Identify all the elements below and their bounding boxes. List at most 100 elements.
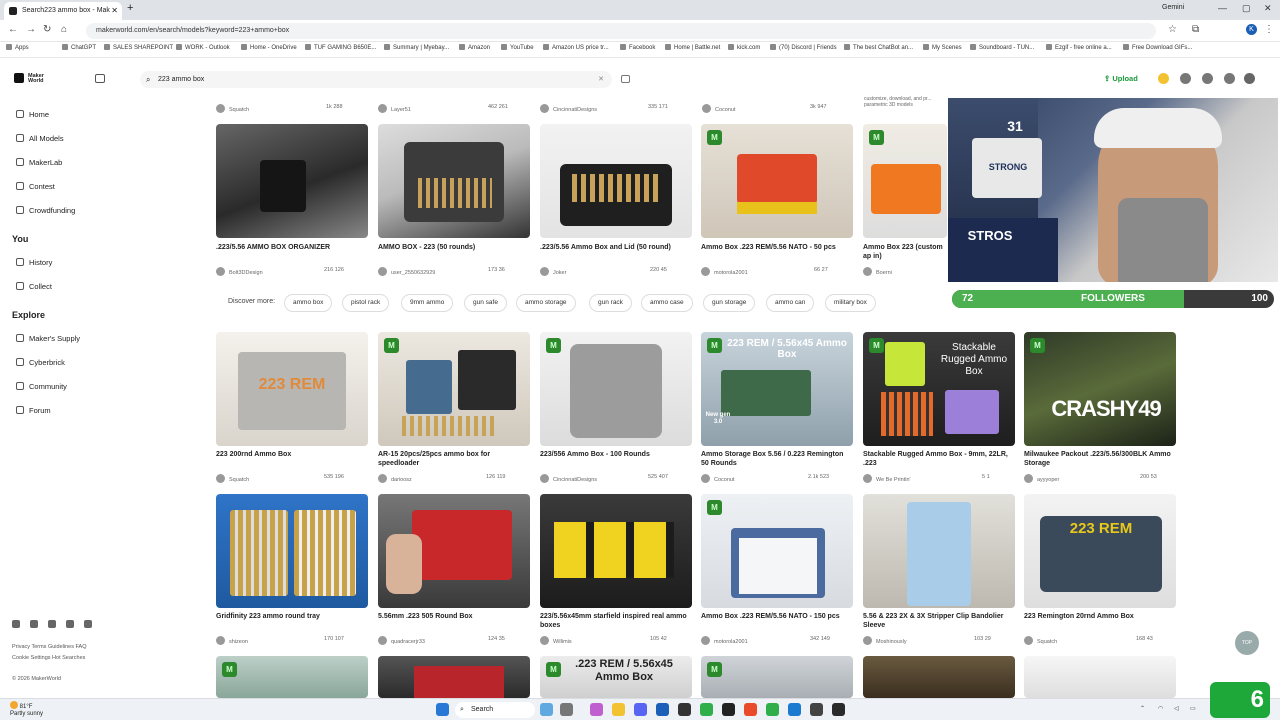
bookmark-item[interactable]: (70) Discord | Friends [770,44,837,51]
card-thumbnail[interactable]: 223 REM [1024,494,1176,608]
sidebar-item-makerlab[interactable]: MakerLab [16,158,62,167]
discord-icon[interactable] [634,703,647,716]
card-thumbnail[interactable]: M 223 REM / 5.56x45 Ammo Box New gen 3.0 [701,332,853,446]
bookmark-star-icon[interactable]: ☆ [1168,24,1177,35]
card-author-row[interactable]: We Be Printin' [863,474,911,483]
chrome-icon[interactable] [744,703,757,716]
card-title[interactable]: .223/5.56 Ammo Box and Lid (50 round) [540,243,692,252]
profile-avatar[interactable]: K [1246,24,1257,35]
sidebar-item-contest[interactable]: Contest [16,182,55,191]
card-thumbnail[interactable] [863,656,1015,698]
card-title[interactable]: Ammo Box .223 REM/5.56 NATO - 50 pcs [701,243,853,252]
copilot-icon[interactable] [590,703,603,716]
sidebar-item-makers-supply[interactable]: Maker's Supply [16,334,80,343]
discover-chip[interactable]: ammo can [766,294,815,312]
card-author-row[interactable]: Willimis [540,636,572,645]
image-search-icon[interactable] [621,75,630,83]
app-icon[interactable] [810,703,823,716]
volume-icon[interactable]: ◁ [1174,705,1179,712]
task-view-icon[interactable] [560,703,573,716]
home-icon[interactable]: ⌂ [61,24,67,35]
bookmark-item[interactable]: Free Download GIFs... [1123,44,1192,51]
card-author-row[interactable]: darioosz [378,474,412,483]
card-thumbnail[interactable] [1024,656,1176,698]
app-icon[interactable] [766,703,779,716]
instagram-icon[interactable] [30,620,38,628]
card-author-row[interactable]: Coconut [701,474,735,483]
bookmark-item[interactable]: kick.com [728,44,760,51]
card-thumbnail[interactable]: M [701,656,853,698]
bookmark-item[interactable]: WORK - Outlook [176,44,230,51]
back-to-top-button[interactable]: TOP [1235,631,1259,655]
menu-dots-icon[interactable]: ⋮ [1264,24,1274,35]
card-author-row[interactable]: Moshinously [863,636,907,645]
logo-text[interactable]: Maker World [28,73,58,84]
bookmark-item[interactable]: SALES SHAREPOINT [104,44,173,51]
file-explorer-icon[interactable] [612,703,625,716]
discover-chip[interactable]: gun storage [703,294,756,312]
bookmark-item[interactable]: Soundboard - TUN... [970,44,1034,51]
card-title[interactable]: 223 Remington 20rnd Ammo Box [1024,612,1176,621]
bookmark-item[interactable]: Amazon [459,44,490,51]
card-thumbnail[interactable]: M .223 REM / 5.56x45 Ammo Box [540,656,692,698]
card-thumbnail[interactable] [540,124,692,238]
card-title[interactable]: Ammo Box 223 (custom ap in) [863,243,947,261]
card-thumbnail[interactable]: M [216,656,368,698]
bookmark-item[interactable]: Apps [6,44,29,51]
card-author-row[interactable]: CincinnatiDesigns [540,104,597,113]
card-author-row[interactable]: Squatch [1024,636,1057,645]
card-title[interactable]: 223/556 Ammo Box - 100 Rounds [540,450,692,459]
points-icon[interactable] [1158,73,1169,84]
card-author-row[interactable]: Joker [540,267,566,276]
card-title[interactable]: Ammo Storage Box 5.56 / 0.223 Remington … [701,450,853,468]
windows-start-icon[interactable] [436,703,449,716]
card-title[interactable]: Ammo Box .223 REM/5.56 NATO - 150 pcs [701,612,853,621]
card-thumbnail[interactable]: M [378,332,530,446]
sidebar-item-crowdfunding[interactable]: Crowdfunding [16,206,75,215]
bookmark-item[interactable]: Ezgif - free online a... [1046,44,1112,51]
card-author-row[interactable]: shizeon [216,636,248,645]
app-icon[interactable] [722,703,735,716]
card-thumbnail[interactable]: 223 REM [216,332,368,446]
bookmark-item[interactable]: Home | Battle.net [665,44,720,51]
discover-chip[interactable]: pistol rack [342,294,390,312]
bookmark-item[interactable]: ChatGPT [62,44,96,51]
youtube-icon[interactable] [48,620,56,628]
card-thumbnail[interactable]: M [701,124,853,238]
notifications-icon[interactable] [1224,73,1235,84]
card-title[interactable]: .223/5.56 AMMO BOX ORGANIZER [216,243,368,252]
sidebar-item-collect[interactable]: Collect [16,282,52,291]
app-icon[interactable] [788,703,801,716]
footer-links[interactable]: Privacy Terms Guidelines FAQ [12,644,86,650]
extensions-icon[interactable]: ⧉ [1192,24,1199,35]
browser-tab-active[interactable]: Search223 ammo box - Mak ✕ [4,2,122,20]
card-author-row[interactable]: Boerni [863,267,892,276]
card-author-row[interactable]: motorola2001 [701,267,748,276]
card-title[interactable]: AMMO BOX - 223 (50 rounds) [378,243,530,252]
card-thumbnail[interactable] [216,494,368,608]
weather-widget[interactable]: 81°F Partly sunny [10,701,43,718]
bookmark-item[interactable]: My Scenes [923,44,962,51]
app-icon[interactable] [656,703,669,716]
sidebar-item-forum[interactable]: Forum [16,406,51,415]
sidebar-item-cyberbrick[interactable]: Cyberbrick [16,358,65,367]
card-author-row[interactable]: motorola2001 [701,636,748,645]
card-author-row[interactable]: Bolt3DDesign [216,267,263,276]
wifi-icon[interactable]: ◠ [1158,705,1163,712]
card-title[interactable]: 223 200rnd Ammo Box [216,450,368,459]
card-author-row[interactable]: CincinnatiDesigns [540,474,597,483]
tiktok-icon[interactable] [84,620,92,628]
taskbar-search[interactable]: ⌕ Search [455,702,535,718]
discover-chip[interactable]: ammo storage [516,294,576,312]
search-input[interactable]: ⌕ 223 ammo box ✕ [140,71,612,88]
card-thumbnail[interactable]: M Stackable Rugged Ammo Box [863,332,1015,446]
card-title[interactable]: Milwaukee Packout .223/5.56/300BLK Ammo … [1024,450,1176,468]
card-author-row[interactable]: Squatch [216,104,249,113]
sidebar-item-home[interactable]: Home [16,110,49,119]
sidebar-item-all-models[interactable]: All Models [16,134,64,143]
discover-chip[interactable]: 9mm ammo [401,294,454,312]
url-field[interactable]: makerworld.com/en/search/models?keyword=… [86,23,1156,39]
bookmark-item[interactable]: Facebook [620,44,655,51]
card-thumbnail[interactable] [378,494,530,608]
forward-icon[interactable]: → [26,24,36,35]
